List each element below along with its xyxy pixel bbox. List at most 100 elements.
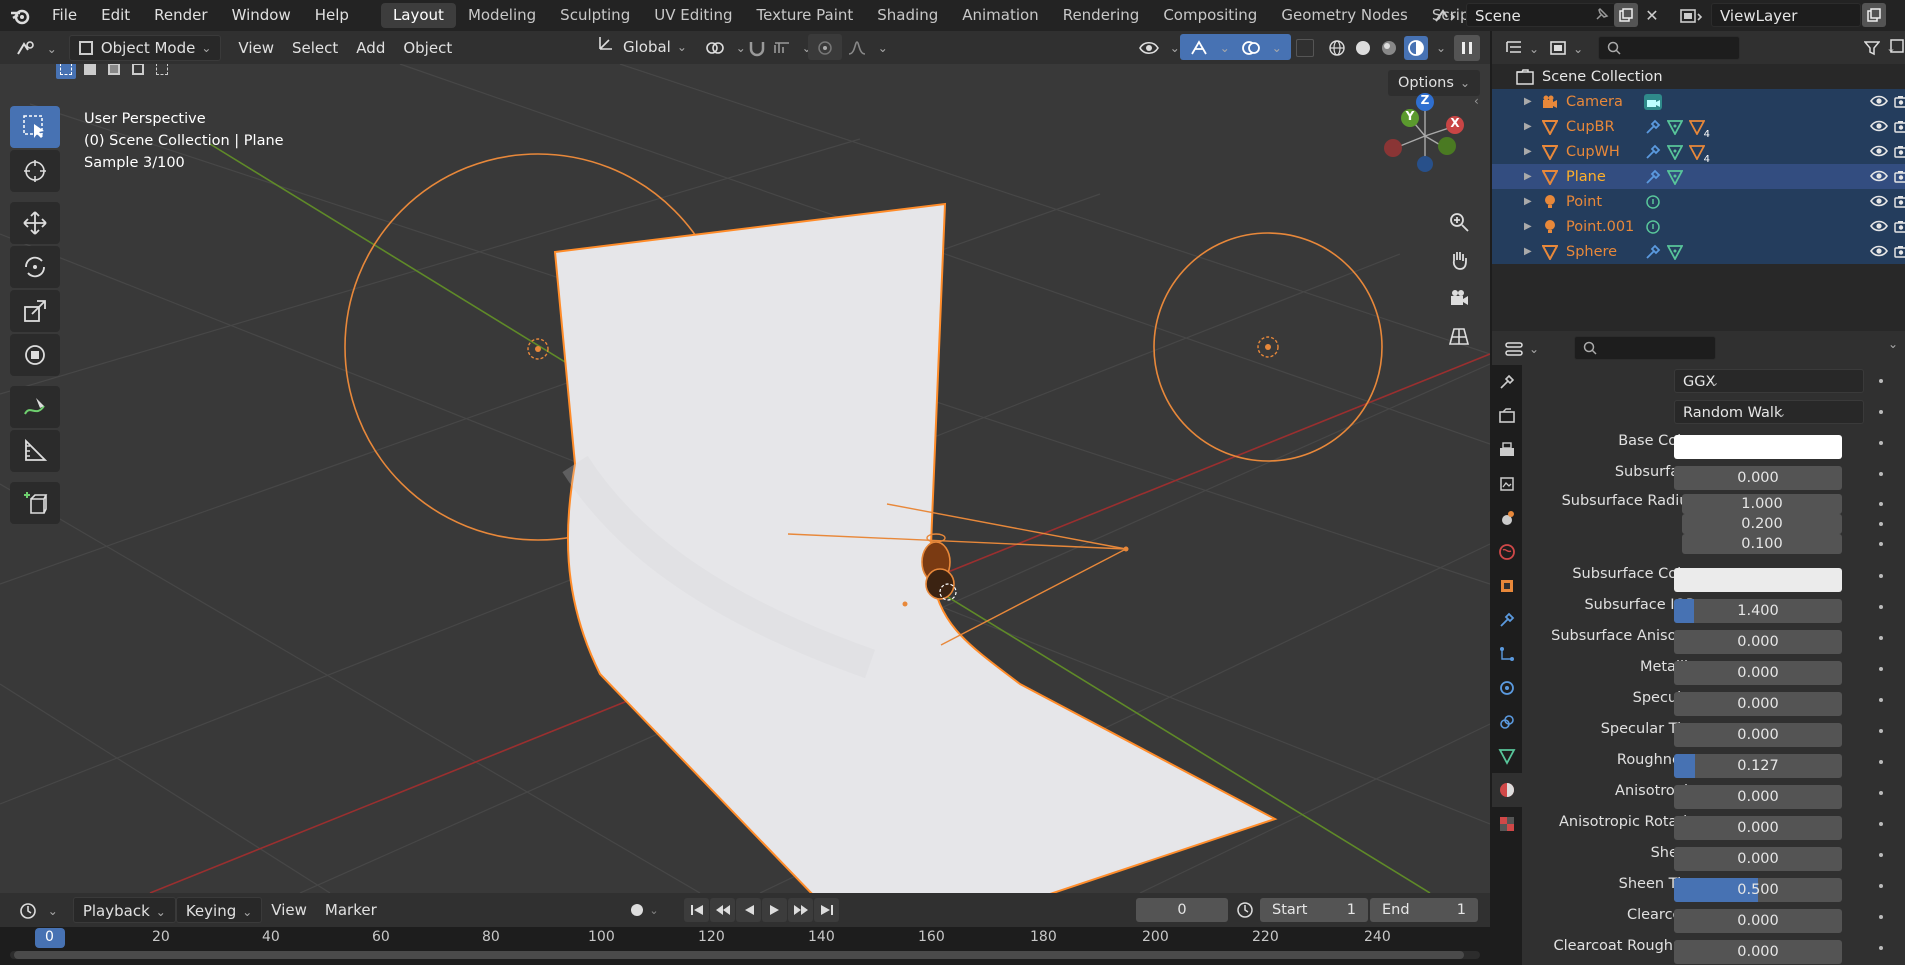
keyframe-dot-icon[interactable]: [1879, 542, 1883, 546]
menu-object[interactable]: Object: [394, 35, 461, 61]
keyframe-dot-icon[interactable]: [1879, 472, 1883, 476]
material-tab-icon[interactable]: [1492, 773, 1522, 807]
timeline-scrollbar[interactable]: [10, 951, 1480, 959]
base-color-swatch[interactable]: [1674, 434, 1842, 459]
render-visibility-icon[interactable]: [1894, 243, 1905, 263]
frame-ruler[interactable]: 0 20 40 60 80 100 120 140 160 180 200 22…: [0, 927, 1490, 949]
play-reverse-icon[interactable]: [736, 898, 761, 922]
texture-tab-icon[interactable]: [1492, 807, 1522, 841]
outliner-row-plane[interactable]: ▶ Plane: [1492, 164, 1905, 189]
blender-logo-icon[interactable]: [0, 0, 40, 31]
clearcoat-roughn-field[interactable]: 0.000: [1674, 939, 1842, 964]
mesh-data-icon[interactable]: [1664, 143, 1686, 161]
keyframe-dot-icon[interactable]: [1879, 915, 1883, 919]
tab-texture-paint[interactable]: Texture Paint: [744, 3, 865, 28]
outliner-editor-icon[interactable]: [1500, 35, 1544, 61]
proportional-edit-icon[interactable]: [808, 34, 842, 60]
expand-arrow-icon[interactable]: ▶: [1524, 246, 1538, 257]
keyframe-dot-icon[interactable]: [1879, 884, 1883, 888]
view-layer-field[interactable]: ViewLayer: [1711, 3, 1861, 27]
rendered-shading-icon[interactable]: [1404, 36, 1428, 60]
select-intersect-icon[interactable]: [152, 64, 172, 79]
cursor-tool-icon[interactable]: [10, 150, 60, 192]
menu-edit[interactable]: Edit: [89, 0, 142, 31]
menu-view[interactable]: View: [229, 35, 283, 61]
select-subtract-icon[interactable]: [104, 64, 124, 79]
clearcoat-field[interactable]: 0.000: [1674, 908, 1842, 933]
world-tab-icon[interactable]: [1492, 535, 1522, 569]
mesh-data-icon[interactable]: [1664, 118, 1686, 136]
preview-range-icon[interactable]: [1236, 901, 1256, 921]
properties-search-input[interactable]: [1574, 336, 1717, 360]
render-visibility-icon[interactable]: [1894, 143, 1905, 163]
light-data-icon[interactable]: [1642, 218, 1664, 236]
subsurface-anisot-field[interactable]: 0.000: [1674, 629, 1842, 654]
properties-options-icon[interactable]: ⌄: [1888, 337, 1898, 351]
specular-tint-field[interactable]: 0.000: [1674, 722, 1842, 747]
mode-dropdown[interactable]: Object Mode: [68, 34, 222, 61]
keyframe-dot-icon[interactable]: [1879, 946, 1883, 950]
playback-menu[interactable]: Playback: [72, 897, 176, 923]
subsurface-color-swatch[interactable]: [1674, 567, 1842, 592]
select-invert-icon[interactable]: [128, 64, 148, 79]
measure-tool-icon[interactable]: [10, 430, 60, 472]
constraints-tab-icon[interactable]: [1492, 705, 1522, 739]
expand-arrow-icon[interactable]: ▶: [1524, 121, 1538, 132]
new-view-layer-icon[interactable]: [1862, 3, 1886, 27]
wrench-icon[interactable]: [1642, 168, 1664, 186]
render-visibility-icon[interactable]: [1894, 118, 1905, 138]
render-tab-icon[interactable]: [1492, 399, 1522, 433]
tab-sculpting[interactable]: Sculpting: [548, 3, 642, 28]
timeline-editor-icon[interactable]: [10, 897, 67, 923]
menu-help[interactable]: Help: [303, 0, 361, 31]
menu-file[interactable]: File: [40, 0, 89, 31]
object-tab-icon[interactable]: [1492, 569, 1522, 603]
view-layer-icon[interactable]: [1672, 4, 1712, 28]
keyframe-dot-icon[interactable]: [1879, 410, 1883, 414]
wrench-icon[interactable]: [1642, 118, 1664, 136]
jump-end-icon[interactable]: [814, 898, 839, 922]
keyframe-dot-icon[interactable]: [1879, 522, 1883, 526]
shading-options-icon[interactable]: ⌄: [1432, 41, 1450, 55]
eye-icon[interactable]: [1870, 218, 1888, 238]
sheen-field[interactable]: 0.000: [1674, 846, 1842, 871]
keyframe-dot-icon[interactable]: [1879, 760, 1883, 764]
eye-icon[interactable]: [1870, 193, 1888, 213]
perspective-toggle-icon[interactable]: [1443, 320, 1475, 352]
wireframe-shading-icon[interactable]: [1326, 37, 1348, 59]
render-visibility-icon[interactable]: [1894, 168, 1905, 188]
outliner-search-input[interactable]: [1598, 35, 1741, 60]
camera-data-icon[interactable]: [1642, 93, 1664, 111]
keyframe-dot-icon[interactable]: [1879, 502, 1883, 506]
add-cube-tool-icon[interactable]: [10, 482, 60, 524]
keyframe-dot-icon[interactable]: [1879, 605, 1883, 609]
pan-hand-icon[interactable]: [1443, 244, 1475, 276]
menu-render[interactable]: Render: [142, 0, 219, 31]
pause-render-icon[interactable]: [1454, 35, 1480, 61]
subsurface-radius-field-1[interactable]: 0.200: [1682, 514, 1842, 534]
keyframe-dot-icon[interactable]: [1879, 698, 1883, 702]
render-visibility-icon[interactable]: [1894, 93, 1905, 113]
pin-icon[interactable]: [1592, 6, 1612, 26]
eye-icon[interactable]: [1870, 143, 1888, 163]
expand-arrow-icon[interactable]: ▶: [1524, 171, 1538, 182]
menu-select[interactable]: Select: [283, 35, 347, 61]
properties-editor-icon[interactable]: [1500, 335, 1544, 361]
subsurface-radius-field-0[interactable]: 1.000: [1682, 494, 1842, 514]
subsurface-ior-field[interactable]: 1.400: [1674, 598, 1842, 623]
distribution-dropdown[interactable]: GGX⌄: [1674, 368, 1864, 393]
3d-viewport[interactable]: User Perspective (0) Scene Collection | …: [0, 64, 1490, 893]
tool-tab-icon[interactable]: [1492, 365, 1522, 399]
modifier-tab-icon[interactable]: [1492, 603, 1522, 637]
outliner-row-cupwh[interactable]: ▶ CupWH 4: [1492, 139, 1905, 165]
tab-rendering[interactable]: Rendering: [1051, 3, 1152, 28]
render-visibility-icon[interactable]: [1894, 193, 1905, 213]
physics-tab-icon[interactable]: [1492, 671, 1522, 705]
start-frame-field[interactable]: Start 1: [1260, 898, 1368, 922]
tab-layout[interactable]: Layout: [380, 3, 456, 28]
mesh-data-icon[interactable]: [1664, 168, 1686, 186]
eye-icon[interactable]: [1870, 168, 1888, 188]
anisotropic-field[interactable]: 0.000: [1674, 784, 1842, 809]
subsurface-radius-field-2[interactable]: 0.100: [1682, 534, 1842, 554]
scene-tab-icon[interactable]: [1492, 501, 1522, 535]
